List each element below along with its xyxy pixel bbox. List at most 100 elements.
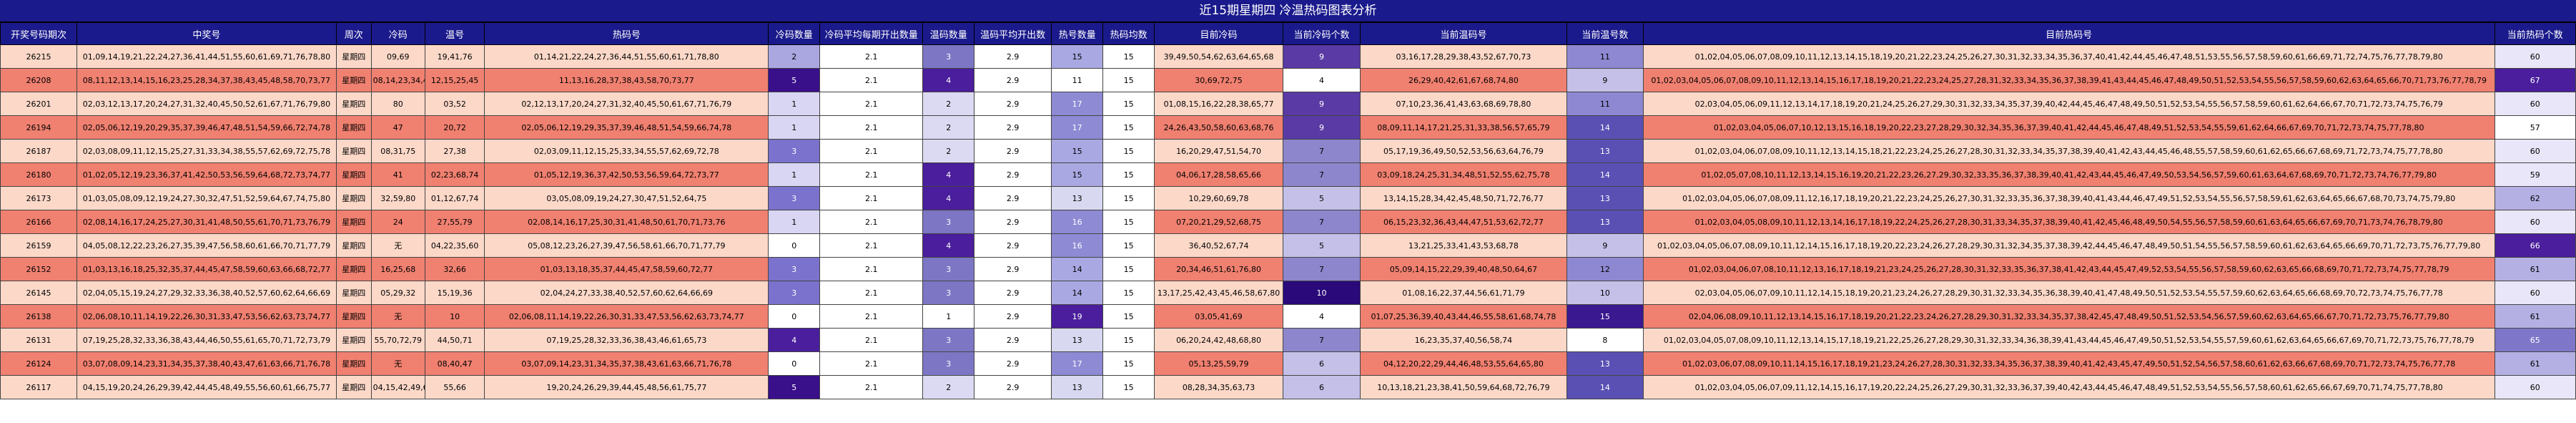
cell-cold-count[interactable]: 0 — [768, 304, 821, 329]
cell-period[interactable]: 26124 — [0, 351, 77, 376]
cell-current-cold[interactable]: 05,13,25,59,79 — [1154, 351, 1284, 376]
cell-hot-count[interactable]: 17 — [1051, 115, 1104, 140]
cell-current-warm-count[interactable]: 13 — [1566, 210, 1644, 234]
cell-hot-count[interactable]: 17 — [1051, 351, 1104, 376]
cell-winning-numbers[interactable]: 04,05,08,12,22,23,26,27,35,39,47,56,58,6… — [76, 233, 337, 258]
cell-current-cold-count[interactable]: 6 — [1283, 351, 1361, 376]
cell-warm-avg[interactable]: 2.9 — [974, 304, 1052, 329]
cell-period[interactable]: 26145 — [0, 281, 77, 305]
cell-weekday[interactable]: 星期四 — [335, 233, 372, 258]
cell-current-cold[interactable]: 39,49,50,54,62,63,64,65,68 — [1154, 44, 1284, 69]
cell-cold-avg[interactable]: 2.1 — [819, 162, 924, 187]
cell-cold-count[interactable]: 0 — [768, 351, 821, 376]
cell-hot-count[interactable]: 14 — [1051, 281, 1104, 305]
cell-period[interactable]: 26159 — [0, 233, 77, 258]
cell-winning-numbers[interactable]: 02,05,06,12,19,20,29,35,37,39,46,47,48,5… — [76, 115, 337, 140]
cell-hot-avg[interactable]: 15 — [1102, 375, 1155, 399]
cell-current-hot[interactable]: 01,02,03,04,05,08,09,10,11,12,13,14,16,1… — [1642, 210, 2495, 234]
cell-current-cold-count[interactable]: 10 — [1283, 281, 1361, 305]
cell-hot-avg[interactable]: 15 — [1102, 92, 1155, 116]
cell-current-warm[interactable]: 05,17,19,36,49,50,52,53,56,63,64,76,79 — [1359, 139, 1567, 163]
cell-current-cold-count[interactable]: 7 — [1283, 257, 1361, 281]
cell-hot-count[interactable]: 15 — [1051, 139, 1104, 163]
cell-current-warm-count[interactable]: 11 — [1566, 44, 1644, 69]
cell-hot-avg[interactable]: 15 — [1102, 233, 1155, 258]
col-header-current-cold-count[interactable]: 当前冷码个数 — [1283, 22, 1361, 45]
cell-cold[interactable]: 32,59,80 — [370, 186, 425, 210]
cell-period[interactable]: 26131 — [0, 328, 77, 352]
table-row[interactable]: 26187 02,03,08,09,11,12,15,25,27,31,33,34… — [0, 139, 2576, 163]
cell-current-hot[interactable]: 01,02,03,04,05,06,07,10,12,13,15,16,18,1… — [1642, 115, 2495, 140]
cell-current-warm[interactable]: 13,14,15,28,34,42,45,48,50,71,72,76,77 — [1359, 186, 1567, 210]
cell-weekday[interactable]: 星期四 — [335, 68, 372, 92]
cell-period[interactable]: 26173 — [0, 186, 77, 210]
cell-cold[interactable]: 无 — [370, 351, 425, 376]
cell-winning-numbers[interactable]: 07,19,25,28,32,33,36,38,43,44,46,50,55,6… — [76, 328, 337, 352]
cell-cold[interactable]: 47 — [370, 115, 425, 140]
col-header-cold-avg[interactable]: 冷码平均每期开出数量 — [819, 22, 924, 45]
table-row[interactable]: 26180 01,02,05,12,19,23,36,37,41,42,50,53… — [0, 162, 2576, 187]
cell-warm-avg[interactable]: 2.9 — [974, 44, 1052, 69]
cell-current-cold[interactable]: 10,29,60,69,78 — [1154, 186, 1284, 210]
cell-current-cold-count[interactable]: 9 — [1283, 115, 1361, 140]
cell-cold-avg[interactable]: 2.1 — [819, 304, 924, 329]
cell-cold-avg[interactable]: 2.1 — [819, 92, 924, 116]
table-row[interactable]: 26117 04,15,19,20,24,26,29,39,42,44,45,48… — [0, 375, 2576, 399]
cell-period[interactable]: 26208 — [0, 68, 77, 92]
cell-current-cold[interactable]: 07,20,21,29,52,68,75 — [1154, 210, 1284, 234]
cell-hot-count[interactable]: 19 — [1051, 304, 1104, 329]
cell-hot-avg[interactable]: 15 — [1102, 304, 1155, 329]
cell-current-hot[interactable]: 01,02,03,06,07,08,09,10,11,14,15,16,17,1… — [1642, 351, 2495, 376]
col-header-warm-avg[interactable]: 温码平均开出数 — [974, 22, 1052, 45]
cell-weekday[interactable]: 星期四 — [335, 162, 372, 187]
cell-warm-avg[interactable]: 2.9 — [974, 281, 1052, 305]
cell-hot[interactable]: 02,06,08,11,14,19,22,26,30,31,33,47,53,5… — [484, 304, 769, 329]
cell-warm-avg[interactable]: 2.9 — [974, 351, 1052, 376]
cell-current-warm[interactable]: 01,08,16,22,37,44,56,61,71,79 — [1359, 281, 1567, 305]
col-header-weekday[interactable]: 周次 — [335, 22, 372, 45]
cell-winning-numbers[interactable]: 02,04,05,15,19,24,27,29,32,33,36,38,40,5… — [76, 281, 337, 305]
cell-current-warm[interactable]: 01,07,25,36,39,40,43,44,46,55,58,61,68,7… — [1359, 304, 1567, 329]
cell-winning-numbers[interactable]: 01,03,13,16,18,25,32,35,37,44,45,47,58,5… — [76, 257, 337, 281]
cell-cold-avg[interactable]: 2.1 — [819, 257, 924, 281]
cell-current-hot-count[interactable]: 60 — [2494, 44, 2576, 69]
col-header-warm[interactable]: 温号 — [424, 22, 485, 45]
cell-cold-avg[interactable]: 2.1 — [819, 375, 924, 399]
cell-period[interactable]: 26201 — [0, 92, 77, 116]
cell-period[interactable]: 26180 — [0, 162, 77, 187]
cell-warm[interactable]: 20,72 — [424, 115, 485, 140]
cell-warm-count[interactable]: 3 — [922, 44, 975, 69]
cell-current-warm[interactable]: 26,29,40,42,61,67,68,74,80 — [1359, 68, 1567, 92]
cell-weekday[interactable]: 星期四 — [335, 115, 372, 140]
cell-cold[interactable]: 41 — [370, 162, 425, 187]
cell-cold-count[interactable]: 4 — [768, 328, 821, 352]
cell-current-warm-count[interactable]: 13 — [1566, 351, 1644, 376]
cell-hot-avg[interactable]: 15 — [1102, 139, 1155, 163]
cell-hot-avg[interactable]: 15 — [1102, 257, 1155, 281]
cell-current-cold[interactable]: 03,05,41,69 — [1154, 304, 1284, 329]
cell-hot-avg[interactable]: 15 — [1102, 281, 1155, 305]
cell-hot-count[interactable]: 14 — [1051, 257, 1104, 281]
cell-current-cold-count[interactable]: 5 — [1283, 186, 1361, 210]
cell-cold[interactable]: 04,15,42,49,60 — [370, 375, 425, 399]
cell-cold[interactable]: 09,69 — [370, 44, 425, 69]
cell-current-warm-count[interactable]: 15 — [1566, 304, 1644, 329]
cell-hot-count[interactable]: 15 — [1051, 44, 1104, 69]
cell-current-cold[interactable]: 16,20,29,47,51,54,70 — [1154, 139, 1284, 163]
cell-hot[interactable]: 03,07,09,14,23,31,34,35,37,38,43,61,63,6… — [484, 351, 769, 376]
cell-current-cold-count[interactable]: 6 — [1283, 375, 1361, 399]
table-row[interactable]: 26208 08,11,12,13,14,15,16,23,25,28,34,37… — [0, 68, 2576, 92]
cell-warm-count[interactable]: 4 — [922, 162, 975, 187]
cell-current-warm[interactable]: 07,10,23,36,41,43,63,68,69,78,80 — [1359, 92, 1567, 116]
cell-cold[interactable]: 80 — [370, 92, 425, 116]
cell-hot[interactable]: 11,13,16,28,37,38,43,58,70,73,77 — [484, 68, 769, 92]
cell-current-hot-count[interactable]: 60 — [2494, 139, 2576, 163]
cell-warm-count[interactable]: 3 — [922, 257, 975, 281]
cell-hot-count[interactable]: 13 — [1051, 375, 1104, 399]
col-header-cold-count[interactable]: 冷码数量 — [768, 22, 821, 45]
cell-period[interactable]: 26194 — [0, 115, 77, 140]
cell-current-hot[interactable]: 01,02,03,04,06,07,08,09,10,11,12,13,14,1… — [1642, 139, 2495, 163]
cell-current-hot[interactable]: 01,02,03,04,05,06,07,08,09,10,11,12,14,1… — [1642, 233, 2495, 258]
cell-weekday[interactable]: 星期四 — [335, 44, 372, 69]
cell-current-cold-count[interactable]: 7 — [1283, 210, 1361, 234]
